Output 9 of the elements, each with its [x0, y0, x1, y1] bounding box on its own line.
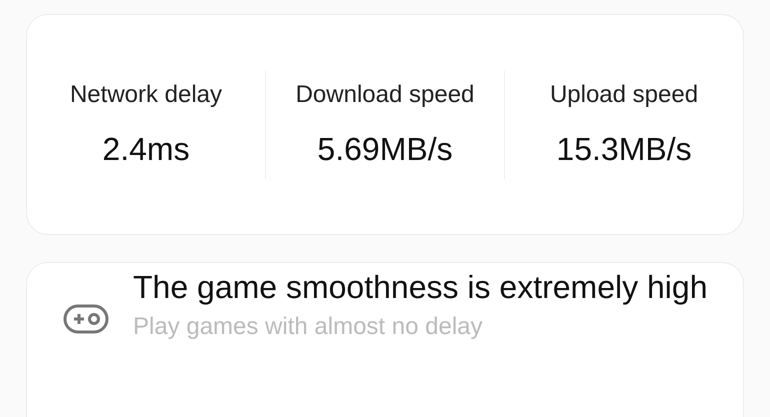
- status-subtitle: Play games with almost no delay: [133, 313, 484, 341]
- status-title: The game smoothness is extremely high: [133, 268, 708, 307]
- stat-label: Download speed: [296, 81, 474, 109]
- stat-value: 2.4ms: [102, 131, 190, 168]
- gamepad-icon: [63, 304, 109, 334]
- stat-label: Upload speed: [550, 81, 698, 109]
- stat-label: Network delay: [70, 81, 222, 109]
- stat-value: 15.3MB/s: [556, 131, 692, 168]
- stat-value: 5.69MB/s: [317, 131, 453, 168]
